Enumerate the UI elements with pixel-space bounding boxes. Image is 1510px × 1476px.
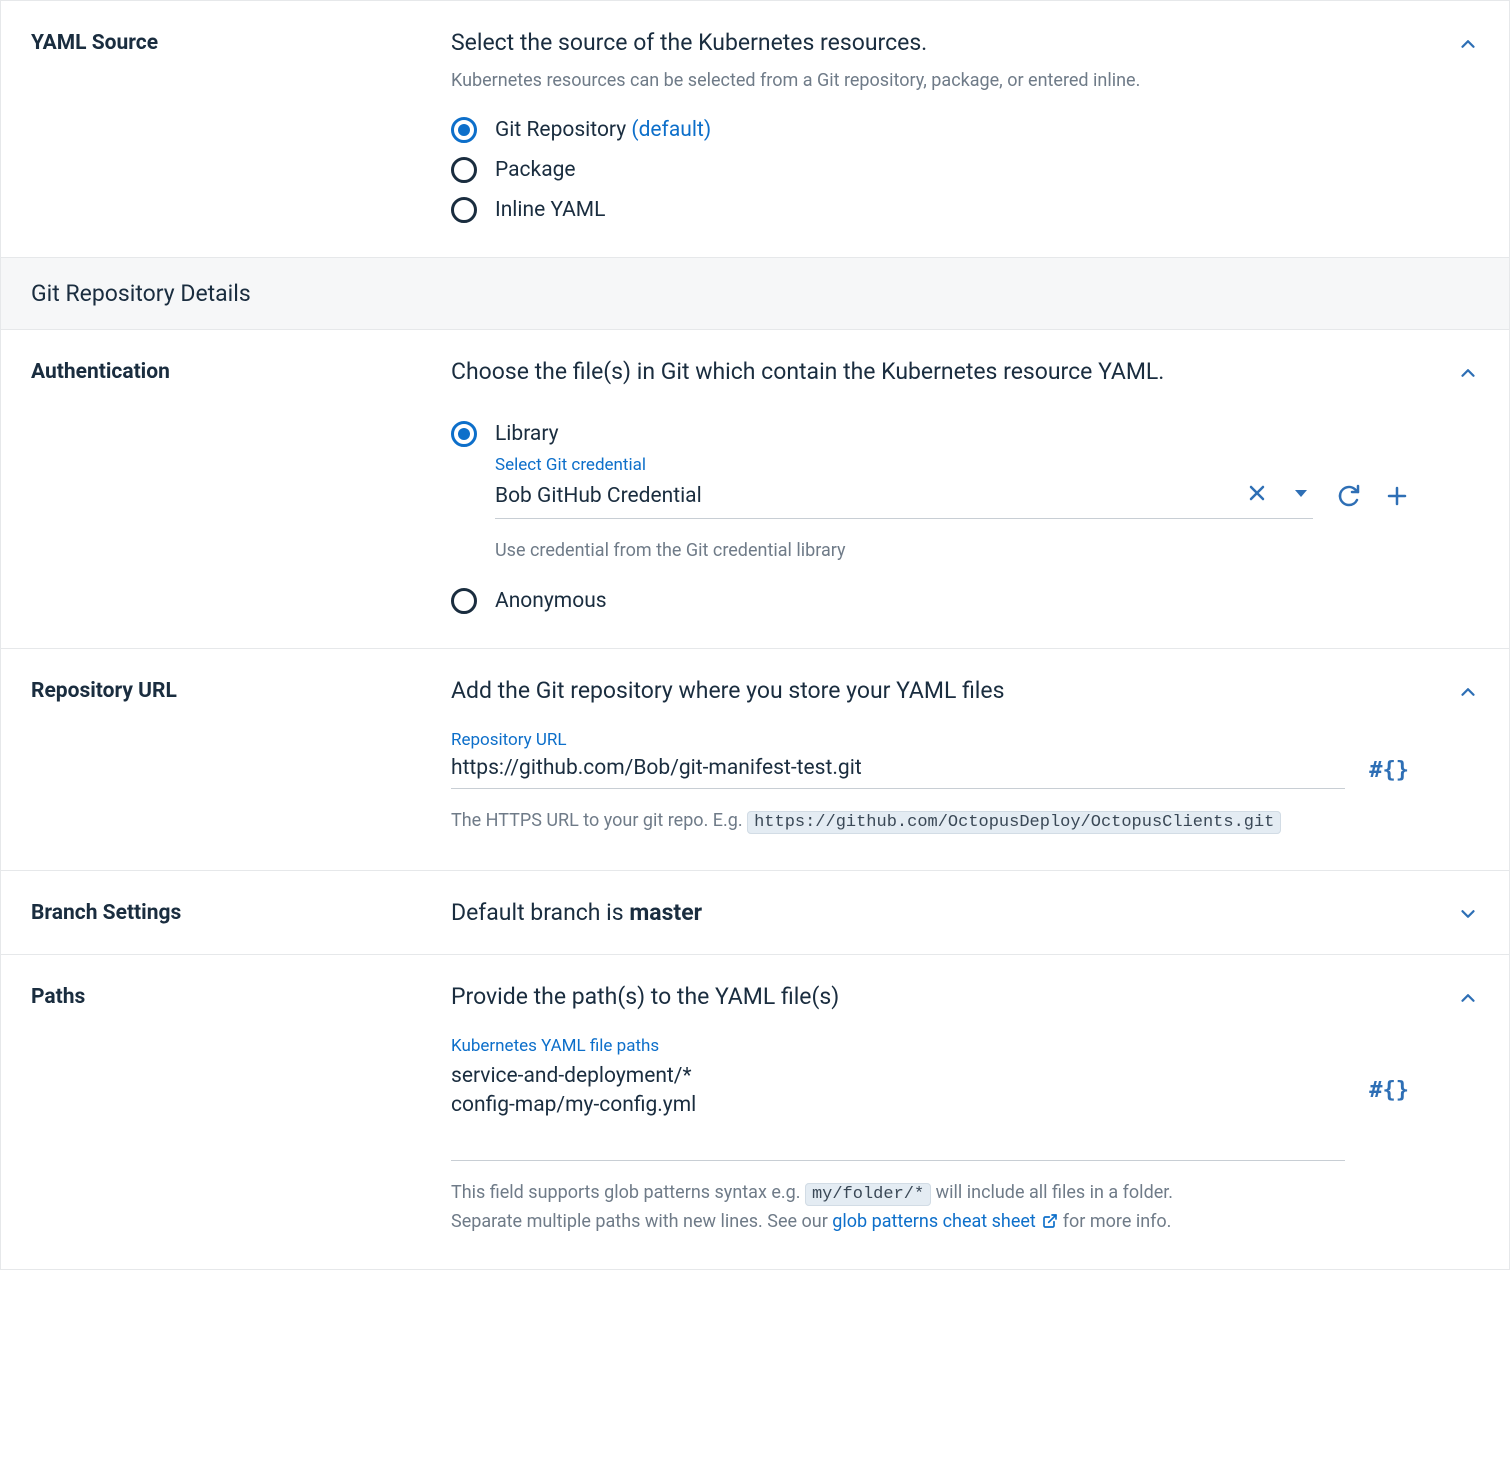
- paths-input-wrap: [451, 1058, 1345, 1162]
- git-repo-details-header: Git Repository Details: [1, 258, 1509, 330]
- credential-field-label: Select Git credential: [495, 455, 1409, 475]
- hint-text: This field supports glob patterns syntax…: [451, 1182, 800, 1203]
- branch-name: master: [629, 899, 702, 926]
- yaml-source-desc: Kubernetes resources can be selected fro…: [451, 70, 1409, 91]
- collapse-toggle[interactable]: [1457, 33, 1479, 60]
- section-label-col: Repository URL: [31, 677, 451, 836]
- chevron-up-icon: [1457, 993, 1479, 1014]
- credential-row: Bob GitHub Credential: [495, 477, 1409, 519]
- dropdown-toggle[interactable]: [1289, 481, 1313, 510]
- radio-anonymous[interactable]: Anonymous: [451, 588, 1409, 614]
- glob-cheatsheet-link[interactable]: glob patterns cheat sheet: [832, 1211, 1062, 1232]
- yaml-source-radio-group: Git Repository (default) Package Inline …: [451, 117, 1409, 223]
- add-button[interactable]: [1385, 484, 1409, 513]
- radio-label-text: Package: [495, 158, 576, 182]
- form-container: YAML Source Select the source of the Kub…: [0, 0, 1510, 1270]
- yaml-source-content: Select the source of the Kubernetes reso…: [451, 29, 1479, 223]
- radio-icon: [451, 588, 477, 614]
- link-text: glob patterns cheat sheet: [832, 1211, 1036, 1232]
- radio-label-text: Library: [495, 422, 559, 446]
- authentication-title: Choose the file(s) in Git which contain …: [451, 358, 1409, 385]
- repo-url-hint: The HTTPS URL to your git repo. E.g. htt…: [451, 807, 1409, 836]
- default-badge: (default): [631, 118, 711, 142]
- repo-url-input-wrap: [451, 752, 1345, 789]
- expand-toggle[interactable]: [1457, 903, 1479, 930]
- radio-icon: [451, 421, 477, 447]
- chevron-up-icon: [1457, 687, 1479, 708]
- variable-bind-button[interactable]: #{}: [1369, 1078, 1409, 1103]
- paths-content: Provide the path(s) to the YAML file(s) …: [451, 983, 1479, 1235]
- hint-code: https://github.com/OctopusDeploy/Octopus…: [747, 811, 1281, 834]
- collapse-toggle[interactable]: [1457, 362, 1479, 389]
- radio-label: Git Repository (default): [495, 118, 711, 142]
- library-sub: Select Git credential Bob GitHub Credent…: [495, 455, 1409, 564]
- authentication-section: Authentication Choose the file(s) in Git…: [1, 330, 1509, 649]
- authentication-radio-group: Library Select Git credential Bob GitHub…: [451, 421, 1409, 614]
- refresh-button[interactable]: [1337, 484, 1361, 513]
- radio-icon: [451, 117, 477, 143]
- hint-text: The HTTPS URL to your git repo. E.g.: [451, 810, 743, 831]
- section-label-col: YAML Source: [31, 29, 451, 223]
- credential-hint: Use credential from the Git credential l…: [495, 537, 1409, 564]
- chevron-down-icon: [1457, 909, 1479, 930]
- plus-icon: [1385, 484, 1409, 513]
- repository-url-label: Repository URL: [31, 679, 431, 703]
- branch-settings-content: Default branch is master: [451, 899, 1479, 926]
- select-trailing-icons: [1245, 481, 1313, 510]
- radio-git-repository[interactable]: Git Repository (default): [451, 117, 1409, 143]
- radio-library[interactable]: Library: [451, 421, 1409, 447]
- branch-settings-label: Branch Settings: [31, 901, 431, 925]
- radio-icon: [451, 157, 477, 183]
- clear-button[interactable]: [1245, 481, 1269, 510]
- hash-braces-icon: #{}: [1369, 758, 1409, 783]
- external-link-icon: [1042, 1213, 1058, 1229]
- yaml-source-title: Select the source of the Kubernetes reso…: [451, 29, 1409, 56]
- credential-select[interactable]: Bob GitHub Credential: [495, 477, 1313, 519]
- section-label-col: Paths: [31, 983, 451, 1235]
- close-icon: [1245, 481, 1269, 510]
- paths-textarea[interactable]: [451, 1062, 1345, 1121]
- variable-bind-button[interactable]: #{}: [1369, 758, 1409, 783]
- chevron-up-icon: [1457, 39, 1479, 60]
- repo-url-input[interactable]: [451, 756, 1345, 780]
- repository-url-content: Add the Git repository where you store y…: [451, 677, 1479, 836]
- section-label-col: Branch Settings: [31, 899, 451, 926]
- repository-url-section: Repository URL Add the Git repository wh…: [1, 649, 1509, 871]
- yaml-source-label: YAML Source: [31, 31, 431, 55]
- collapse-toggle[interactable]: [1457, 987, 1479, 1014]
- refresh-icon: [1337, 484, 1361, 513]
- chevron-up-icon: [1457, 368, 1479, 389]
- paths-row: #{}: [451, 1058, 1409, 1162]
- hash-braces-icon: #{}: [1369, 1078, 1409, 1103]
- radio-icon: [451, 197, 477, 223]
- radio-label-text: Inline YAML: [495, 198, 605, 222]
- paths-field-label: Kubernetes YAML file paths: [451, 1036, 1409, 1056]
- radio-package[interactable]: Package: [451, 157, 1409, 183]
- hint-text-3: Separate multiple paths with new lines. …: [451, 1211, 832, 1232]
- branch-settings-section: Branch Settings Default branch is master: [1, 871, 1509, 955]
- repo-url-row: #{}: [451, 752, 1409, 789]
- paths-section: Paths Provide the path(s) to the YAML fi…: [1, 955, 1509, 1269]
- radio-label-text: Anonymous: [495, 589, 607, 613]
- repo-url-field-label: Repository URL: [451, 730, 1409, 750]
- paths-label: Paths: [31, 985, 431, 1009]
- section-label-col: Authentication: [31, 358, 451, 614]
- repository-url-title: Add the Git repository where you store y…: [451, 677, 1409, 704]
- authentication-content: Choose the file(s) in Git which contain …: [451, 358, 1479, 614]
- hint-text-2: will include all files in a folder.: [936, 1182, 1173, 1203]
- radio-inline-yaml[interactable]: Inline YAML: [451, 197, 1409, 223]
- radio-label-text: Git Repository: [495, 118, 626, 142]
- collapse-toggle[interactable]: [1457, 681, 1479, 708]
- authentication-label: Authentication: [31, 360, 431, 384]
- paths-hint: This field supports glob patterns syntax…: [451, 1179, 1409, 1235]
- yaml-source-section: YAML Source Select the source of the Kub…: [1, 1, 1509, 258]
- caret-down-icon: [1289, 481, 1313, 510]
- paths-title: Provide the path(s) to the YAML file(s): [451, 983, 1409, 1010]
- branch-summary-prefix: Default branch is: [451, 899, 629, 926]
- hint-text-4: for more info.: [1063, 1211, 1172, 1232]
- credential-value: Bob GitHub Credential: [495, 484, 1245, 508]
- branch-summary: Default branch is master: [451, 899, 1409, 926]
- hint-code: my/folder/*: [805, 1183, 931, 1206]
